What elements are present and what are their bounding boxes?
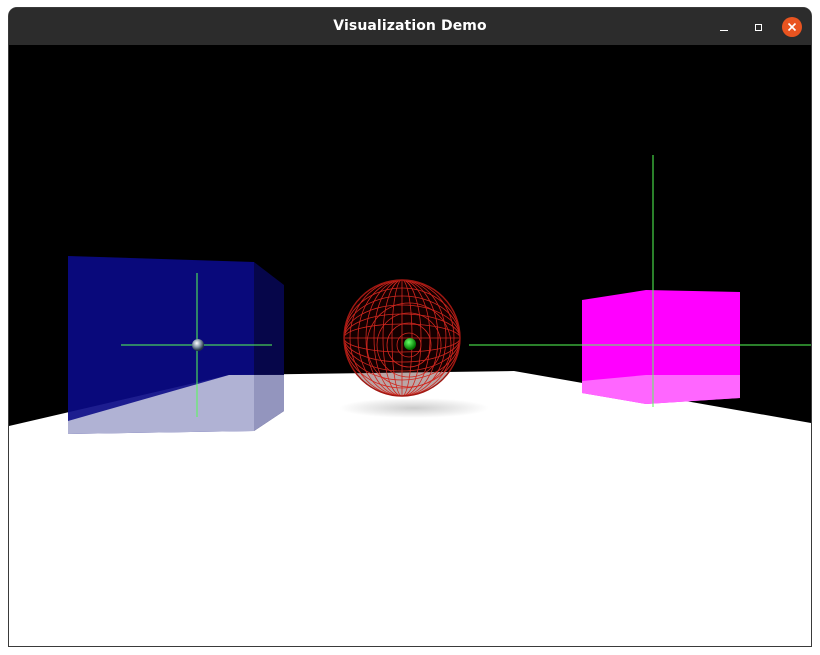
window-title: Visualization Demo (333, 18, 487, 34)
sphere-shadow (339, 398, 489, 418)
close-button[interactable] (782, 17, 802, 37)
minimize-icon (720, 29, 728, 32)
green-center-marker[interactable] (404, 338, 416, 350)
close-icon (787, 22, 797, 32)
render-viewport[interactable] (9, 45, 811, 646)
magenta-cube[interactable] (582, 290, 740, 404)
small-sphere-marker[interactable] (192, 339, 204, 351)
app-window: Visualization Demo (9, 8, 811, 646)
3d-scene[interactable] (9, 45, 811, 646)
title-bar[interactable]: Visualization Demo (9, 8, 811, 45)
maximize-icon (754, 23, 762, 31)
maximize-button[interactable] (748, 17, 768, 37)
minimize-button[interactable] (714, 17, 734, 37)
wireframe-sphere[interactable] (343, 279, 461, 397)
